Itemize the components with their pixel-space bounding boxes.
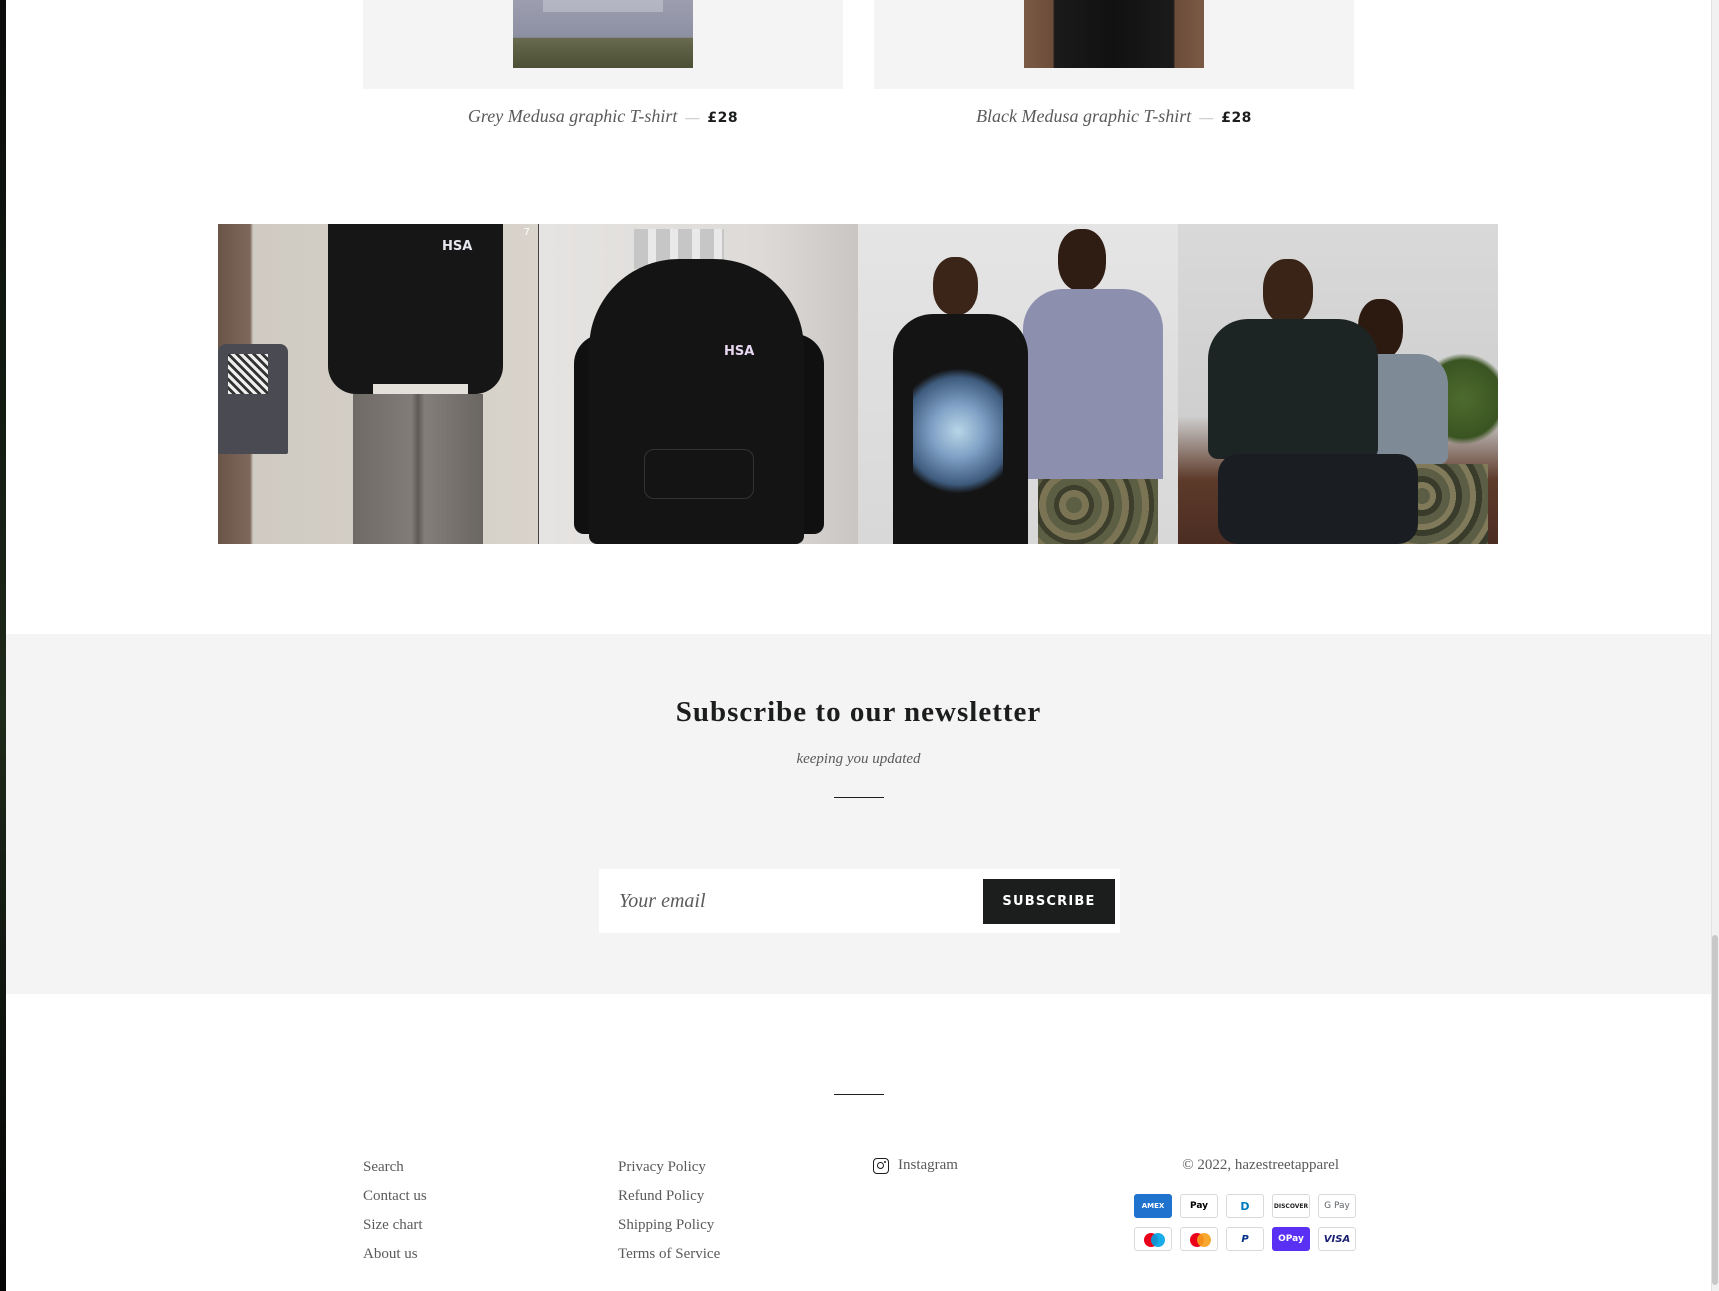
- gallery-image-hoodie-hanger[interactable]: HSA: [538, 224, 858, 544]
- hoodie-pocket: [644, 449, 754, 499]
- visa-icon: VISA: [1318, 1227, 1356, 1251]
- product-image-frame[interactable]: [363, 0, 843, 89]
- instagram-label: Instagram: [898, 1157, 958, 1173]
- footer-divider: [834, 1094, 884, 1095]
- pillow-graphic: [228, 354, 268, 394]
- footer-link-contact[interactable]: Contact us: [363, 1186, 427, 1215]
- google-pay-icon: G Pay: [1318, 1194, 1356, 1218]
- scrollbar-thumb[interactable]: [1712, 935, 1718, 1285]
- payment-icons: AMEX Pay D DISCOVER G Pay P OPay VISA: [1134, 1194, 1362, 1251]
- model-head: [1263, 259, 1313, 324]
- instagram-gallery: HSA 7 HSA: [218, 224, 1499, 544]
- maestro-icon: [1134, 1227, 1172, 1251]
- page-scrollbar[interactable]: [1711, 0, 1719, 1291]
- footer-links-main: Search Contact us Size chart About us: [363, 1157, 427, 1273]
- hoodie-graphic: [589, 259, 804, 544]
- product-name[interactable]: Black Medusa graphic T-shirt: [976, 106, 1191, 126]
- product-title[interactable]: Black Medusa graphic T-shirt — £28: [874, 106, 1354, 127]
- mastercard-icon: [1180, 1227, 1218, 1251]
- hsa-logo-text: HSA: [442, 239, 473, 254]
- apple-pay-icon: Pay: [1180, 1194, 1218, 1218]
- copyright: © 2022, hazestreetapparel: [1182, 1157, 1339, 1173]
- black-jeans-graphic: [1218, 454, 1418, 544]
- hsa-logo-text: HSA: [724, 344, 755, 359]
- black-tshirt-graphic: [1208, 319, 1378, 459]
- cargo-pants-graphic: [353, 394, 483, 544]
- gallery-image-models-standing[interactable]: [858, 224, 1178, 544]
- price-separator: —: [1199, 111, 1214, 126]
- footer-link-size-chart[interactable]: Size chart: [363, 1215, 427, 1244]
- newsletter-form: SUBSCRIBE: [599, 869, 1120, 933]
- model-head: [933, 257, 978, 315]
- discover-icon: DISCOVER: [1272, 1194, 1310, 1218]
- grey-tshirt-graphic: [1023, 289, 1163, 479]
- medusa-print-graphic: [913, 354, 1003, 494]
- camo-pants-graphic: [1038, 479, 1158, 544]
- corner-count: 7: [523, 227, 530, 238]
- footer-link-shipping[interactable]: Shipping Policy: [618, 1215, 720, 1244]
- divider: [834, 797, 884, 798]
- instagram-link[interactable]: Instagram: [873, 1157, 958, 1174]
- footer-link-terms[interactable]: Terms of Service: [618, 1244, 720, 1273]
- product-photo[interactable]: [513, 0, 693, 68]
- hoodie-graphic: [328, 224, 503, 394]
- instagram-icon: [873, 1157, 889, 1174]
- diners-club-icon: D: [1226, 1194, 1264, 1218]
- gallery-image-models-sitting[interactable]: [1178, 224, 1498, 544]
- model-head: [1058, 229, 1106, 291]
- price-separator: —: [685, 111, 700, 126]
- email-input[interactable]: [599, 869, 969, 933]
- subscribe-button[interactable]: SUBSCRIBE: [983, 879, 1115, 924]
- page: Grey Medusa graphic T-shirt — £28 Black Me…: [6, 0, 1711, 1291]
- shop-pay-icon: OPay: [1272, 1227, 1310, 1251]
- product-price: £28: [1221, 110, 1252, 126]
- product-photo[interactable]: [1024, 0, 1204, 68]
- footer-link-privacy[interactable]: Privacy Policy: [618, 1157, 720, 1186]
- product-title[interactable]: Grey Medusa graphic T-shirt — £28: [363, 106, 843, 127]
- paypal-icon: P: [1226, 1227, 1264, 1251]
- newsletter-title: Subscribe to our newsletter: [675, 696, 1042, 728]
- product-price: £28: [707, 110, 739, 126]
- footer-link-about[interactable]: About us: [363, 1244, 427, 1273]
- product-image-frame[interactable]: [874, 0, 1354, 89]
- amex-icon: AMEX: [1134, 1194, 1172, 1218]
- newsletter-section: Subscribe to our newsletter keeping you …: [6, 634, 1711, 994]
- newsletter-subtitle: keeping you updated: [796, 751, 921, 767]
- footer-link-search[interactable]: Search: [363, 1157, 427, 1186]
- gallery-image-hoodie-worn[interactable]: HSA 7: [218, 224, 538, 544]
- product-name[interactable]: Grey Medusa graphic T-shirt: [468, 106, 677, 126]
- footer-links-policies: Privacy Policy Refund Policy Shipping Po…: [618, 1157, 720, 1273]
- footer-link-refund[interactable]: Refund Policy: [618, 1186, 720, 1215]
